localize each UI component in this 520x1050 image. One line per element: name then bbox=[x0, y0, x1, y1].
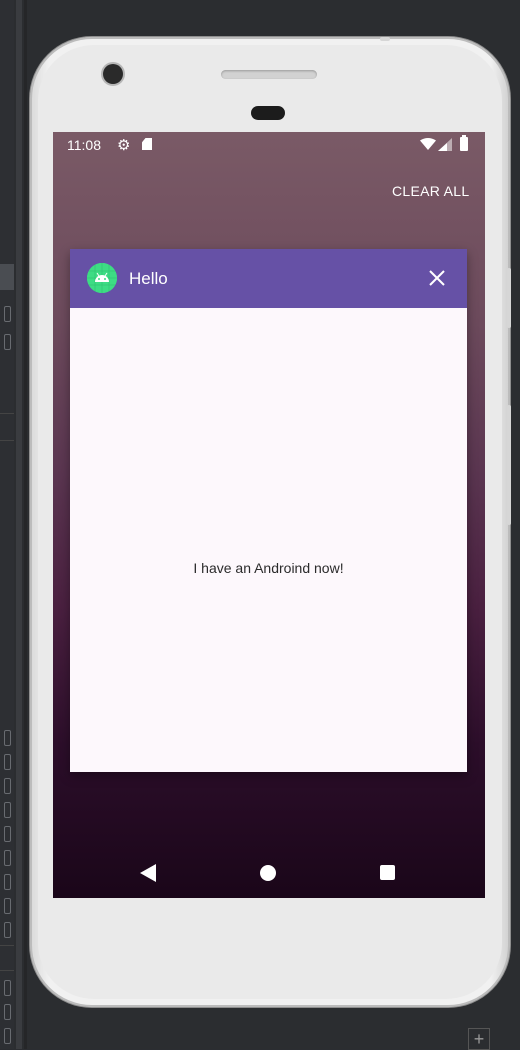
app-content-text: I have an Androind now! bbox=[193, 560, 344, 576]
ide-marker bbox=[4, 334, 11, 350]
ide-marker bbox=[4, 898, 11, 914]
power-button[interactable] bbox=[507, 268, 511, 328]
ide-marker bbox=[4, 778, 11, 794]
task-title: Hello bbox=[129, 269, 168, 288]
ide-divider-line bbox=[0, 413, 14, 414]
status-time: 11:08 bbox=[67, 137, 101, 153]
ide-divider-line bbox=[0, 440, 14, 441]
phone-screen: 11:08 ⚙ CLEAR ALL Hello I have an Androi… bbox=[53, 132, 485, 898]
signal-icon bbox=[438, 138, 452, 151]
status-bar: 11:08 ⚙ bbox=[53, 132, 485, 158]
recent-task-card[interactable]: Hello I have an Androind now! bbox=[70, 249, 467, 772]
ide-splitter-edge bbox=[24, 0, 27, 1049]
recents-icon[interactable] bbox=[380, 865, 395, 880]
task-preview[interactable]: I have an Androind now! bbox=[70, 308, 467, 772]
close-icon[interactable] bbox=[428, 269, 446, 287]
top-button bbox=[380, 37, 390, 41]
front-camera bbox=[103, 64, 123, 84]
ide-marker bbox=[4, 1004, 11, 1020]
ide-marker bbox=[4, 802, 11, 818]
task-header[interactable]: Hello bbox=[70, 249, 467, 308]
ide-marker bbox=[4, 980, 11, 996]
android-icon bbox=[87, 263, 117, 293]
back-icon[interactable] bbox=[140, 864, 156, 882]
ide-marker bbox=[4, 874, 11, 890]
clear-all-button[interactable]: CLEAR ALL bbox=[392, 183, 469, 199]
ide-add-button[interactable]: + bbox=[468, 1028, 490, 1050]
ide-divider-line bbox=[0, 970, 14, 971]
ide-marker bbox=[4, 306, 11, 322]
ide-marker bbox=[4, 922, 11, 938]
ide-selected-row bbox=[0, 264, 14, 290]
home-icon[interactable] bbox=[260, 865, 276, 881]
proximity-sensor bbox=[251, 106, 285, 120]
ide-gutter bbox=[0, 0, 14, 1049]
ide-splitter[interactable] bbox=[16, 0, 22, 1049]
ide-marker bbox=[4, 730, 11, 746]
gear-icon: ⚙ bbox=[117, 137, 131, 154]
ide-marker bbox=[4, 1028, 11, 1044]
ide-divider-line bbox=[0, 945, 14, 946]
battery-icon bbox=[460, 135, 468, 151]
earpiece-speaker bbox=[221, 70, 317, 79]
wifi-icon bbox=[420, 138, 436, 150]
sd-card-icon bbox=[142, 138, 152, 150]
ide-marker bbox=[4, 850, 11, 866]
ide-marker bbox=[4, 826, 11, 842]
ide-marker bbox=[4, 754, 11, 770]
volume-button[interactable] bbox=[507, 405, 511, 525]
